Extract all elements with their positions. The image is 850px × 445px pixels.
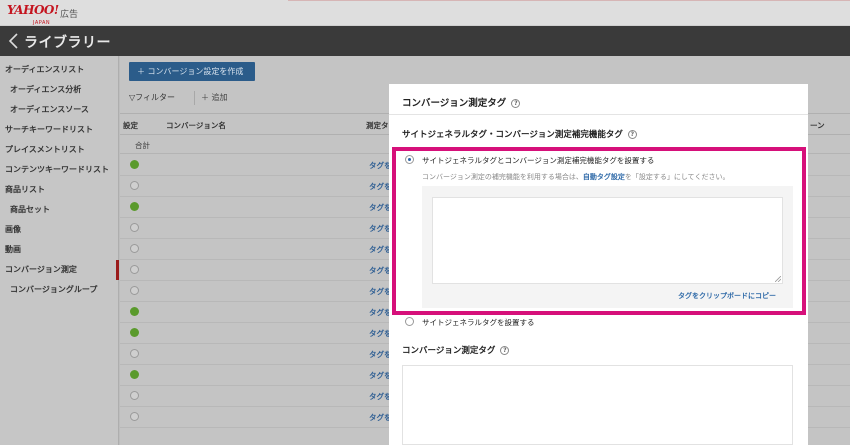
library-titlebar: ライブラリー — [0, 26, 850, 56]
sidebar-item-images[interactable]: 画像 — [0, 220, 119, 240]
yahoo-japan-logo[interactable]: YAHOO! JAPAN — [7, 4, 65, 26]
status-active-icon[interactable] — [130, 160, 139, 169]
column-measurement-tag[interactable]: 測定タ — [366, 120, 389, 131]
conversion-tag-textarea[interactable] — [402, 365, 793, 445]
library-sidebar: オーディエンスリスト オーディエンス分析 オーディエンスソース サーチキーワード… — [0, 56, 119, 445]
sidebar-item-conversion-measurement[interactable]: コンバージョン測定 — [0, 260, 119, 280]
sidebar-item-product-list[interactable]: 商品リスト — [0, 180, 119, 200]
status-inactive-icon[interactable] — [130, 349, 139, 358]
sidebar-item-audience-list[interactable]: オーディエンスリスト — [0, 60, 119, 80]
status-inactive-icon[interactable] — [130, 412, 139, 421]
sidebar-item-content-keyword-list[interactable]: コンテンツキーワードリスト — [0, 160, 119, 180]
status-active-icon[interactable] — [130, 328, 139, 337]
sidebar-item-audience-analysis[interactable]: オーディエンス分析 — [0, 80, 119, 100]
status-inactive-icon[interactable] — [130, 244, 139, 253]
sidebar-item-audience-source[interactable]: オーディエンスソース — [0, 100, 119, 120]
status-inactive-icon[interactable] — [130, 265, 139, 274]
sidebar-item-placement-list[interactable]: プレイスメントリスト — [0, 140, 119, 160]
column-conversion-name[interactable]: コンバージョン名 — [166, 120, 226, 131]
radio-site-general-only[interactable] — [405, 317, 414, 326]
sidebar-item-conversion-group[interactable]: コンバージョングループ — [0, 280, 119, 300]
option-site-general-only-label[interactable]: サイトジェネラルタグを設置する — [422, 317, 535, 328]
add-filter-button[interactable]: ＋ 追加 — [194, 91, 234, 105]
modal-title: コンバージョン測定タグ? — [402, 95, 521, 109]
status-active-icon[interactable] — [130, 370, 139, 379]
column-right[interactable]: ーン — [810, 120, 825, 131]
column-setting[interactable]: 設定 — [123, 120, 138, 131]
sidebar-item-product-set[interactable]: 商品セット — [0, 200, 119, 220]
highlight-frame — [392, 147, 806, 315]
help-icon[interactable]: ? — [500, 346, 510, 355]
topbar-rule — [288, 0, 850, 1]
create-conversion-button[interactable]: ＋ コンバージョン設定を作成 — [129, 62, 255, 81]
sidebar-item-search-keyword-list[interactable]: サーチキーワードリスト — [0, 120, 119, 140]
help-icon[interactable]: ? — [511, 99, 521, 108]
status-inactive-icon[interactable] — [130, 223, 139, 232]
help-icon[interactable]: ? — [627, 130, 637, 139]
conversion-tag-section-title: コンバージョン測定タグ? — [402, 344, 510, 356]
filter-button[interactable]: ▽フィルター — [129, 92, 175, 103]
total-label: 合計 — [135, 141, 150, 150]
top-header: YAHOO! JAPAN 広告 — [0, 0, 850, 26]
status-active-icon[interactable] — [130, 202, 139, 211]
status-active-icon[interactable] — [130, 307, 139, 316]
site-general-tag-section-title: サイトジェネラルタグ・コンバージョン測定補完機能タグ? — [402, 128, 637, 140]
status-inactive-icon[interactable] — [130, 391, 139, 400]
page-title: ライブラリー — [24, 35, 111, 51]
status-inactive-icon[interactable] — [130, 286, 139, 295]
ads-label: 広告 — [60, 10, 79, 20]
status-inactive-icon[interactable] — [130, 181, 139, 190]
chevron-left-icon[interactable] — [7, 31, 21, 51]
modal-divider — [389, 114, 808, 115]
sidebar-item-videos[interactable]: 動画 — [0, 240, 119, 260]
